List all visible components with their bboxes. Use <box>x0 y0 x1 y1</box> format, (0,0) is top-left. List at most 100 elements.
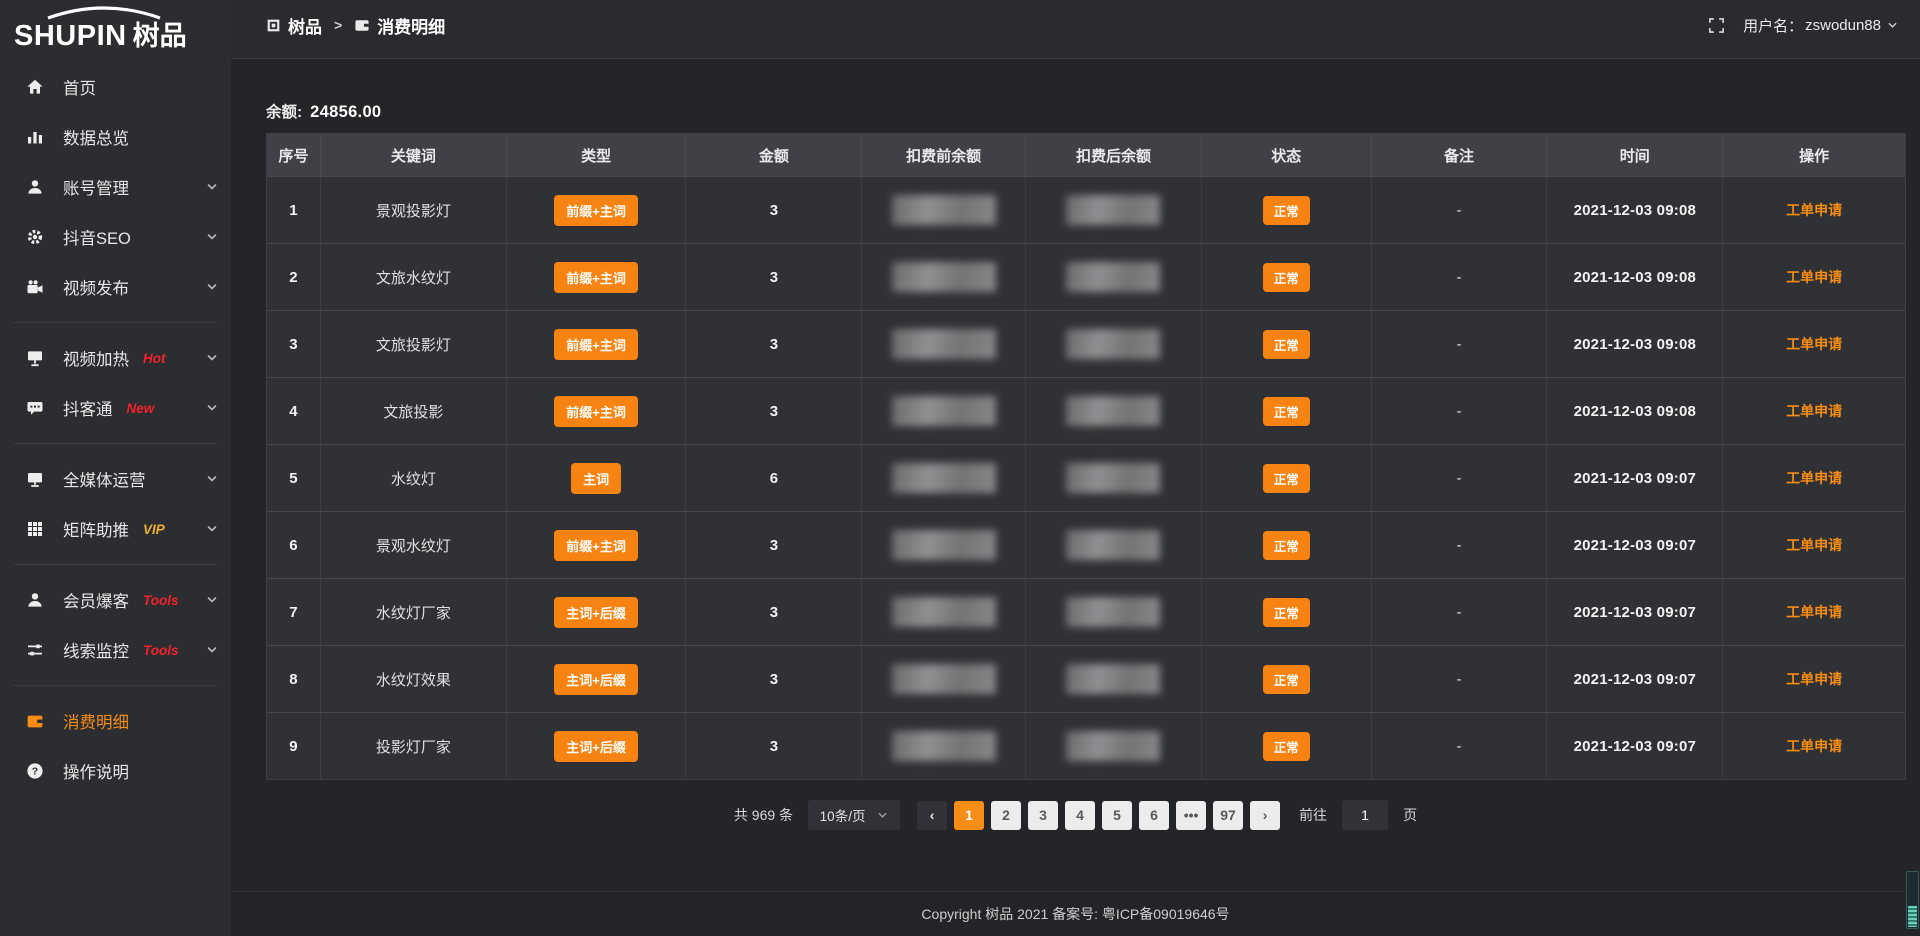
cell-time: 2021-12-03 09:08 <box>1547 244 1723 310</box>
work-order-link[interactable]: 工单申请 <box>1786 535 1842 555</box>
sidebar-item-label: 账号管理 <box>63 175 129 199</box>
goto-page-input[interactable] <box>1342 800 1388 830</box>
logo-text-en: SHUPIN <box>14 20 127 52</box>
table-row: 9 投影灯厂家 主词+后缀 3 正常 - 2021-12-03 09:07 工单… <box>267 712 1905 779</box>
page-button[interactable]: ••• <box>1176 801 1206 830</box>
tools-tag: Tools <box>143 643 179 658</box>
status-badge: 正常 <box>1263 196 1310 225</box>
sidebar-item-omnimedia[interactable]: 全媒体运营 <box>0 454 231 504</box>
cell-time: 2021-12-03 09:07 <box>1547 579 1723 645</box>
cell-remark: - <box>1372 713 1548 779</box>
sidebar-item-consumption-detail[interactable]: 消费明细 <box>0 696 231 746</box>
sidebar-item-douketong[interactable]: 抖客通 New <box>0 383 231 433</box>
type-badge: 主词 <box>571 463 621 494</box>
cell-amount: 3 <box>686 646 862 712</box>
scrollbar-track[interactable] <box>1906 871 1919 929</box>
cell-action: 工单申请 <box>1723 378 1905 444</box>
redacted-value <box>892 530 996 560</box>
page-button[interactable]: 2 <box>991 801 1021 830</box>
scrollbar-thumb[interactable] <box>1908 906 1917 927</box>
sidebar-item-video-heat[interactable]: 视频加热 Hot <box>0 333 231 383</box>
cell-remark: - <box>1372 579 1548 645</box>
page-button[interactable]: 3 <box>1028 801 1058 830</box>
sidebar-item-label: 数据总览 <box>63 125 129 149</box>
type-badge: 主词+后缀 <box>554 731 638 762</box>
cell-amount: 3 <box>686 244 862 310</box>
cell-status: 正常 <box>1202 713 1372 779</box>
cell-balance-after <box>1026 579 1202 645</box>
grid-icon <box>26 520 48 538</box>
sidebar: SHUPIN树品 首页 数据总览 账号管理 抖音SEO 视频发布 视频加热 Ho… <box>0 0 231 936</box>
top-bar: 树品 > 消费明细 用户名：zswodun88 <box>231 0 1920 59</box>
page-button[interactable]: 1 <box>954 801 984 830</box>
work-order-link[interactable]: 工单申请 <box>1786 401 1842 421</box>
work-order-link[interactable]: 工单申请 <box>1786 267 1842 287</box>
sidebar-item-label: 抖音SEO <box>63 225 131 249</box>
cell-remark: - <box>1372 646 1548 712</box>
cell-balance-before <box>862 713 1026 779</box>
cell-balance-after <box>1026 646 1202 712</box>
type-badge: 主词+后缀 <box>554 664 638 695</box>
redacted-value <box>892 329 996 359</box>
cell-balance-after <box>1026 512 1202 578</box>
caret-down-icon <box>1887 20 1898 31</box>
work-order-link[interactable]: 工单申请 <box>1786 669 1842 689</box>
breadcrumb-item-current[interactable]: 消费明细 <box>354 13 445 38</box>
sidebar-item-video-publish[interactable]: 视频发布 <box>0 262 231 312</box>
chat-bubble-icon <box>26 399 48 417</box>
work-order-link[interactable]: 工单申请 <box>1786 736 1842 756</box>
prev-page-button[interactable]: ‹ <box>917 801 947 830</box>
sidebar-item-home[interactable]: 首页 <box>0 62 231 112</box>
work-order-link[interactable]: 工单申请 <box>1786 334 1842 354</box>
sidebar-item-lead-monitor[interactable]: 线索监控 Tools <box>0 625 231 675</box>
chevron-down-icon <box>206 231 218 243</box>
cell-keyword: 文旅投影 <box>321 378 507 444</box>
cell-keyword: 文旅投影灯 <box>321 311 507 377</box>
type-badge: 前缀+主词 <box>554 530 638 561</box>
sidebar-item-matrix-boost[interactable]: 矩阵助推 VIP <box>0 504 231 554</box>
cell-seq: 8 <box>267 646 321 712</box>
redacted-value <box>892 597 996 627</box>
page-button[interactable]: 4 <box>1065 801 1095 830</box>
column-header-remark: 备注 <box>1372 134 1548 176</box>
status-badge: 正常 <box>1263 732 1310 761</box>
cell-type: 主词 <box>507 445 687 511</box>
column-header-keyword: 关键词 <box>321 134 507 176</box>
page-size-select[interactable]: 10条/页 <box>808 800 900 830</box>
sidebar-item-member-burst[interactable]: 会员爆客 Tools <box>0 575 231 625</box>
sidebar-item-douyin-seo[interactable]: 抖音SEO <box>0 212 231 262</box>
type-badge: 前缀+主词 <box>554 329 638 360</box>
redacted-value <box>892 731 996 761</box>
work-order-link[interactable]: 工单申请 <box>1786 468 1842 488</box>
page-button[interactable]: 6 <box>1139 801 1169 830</box>
sidebar-item-instructions[interactable]: ? 操作说明 <box>0 746 231 796</box>
cell-type: 前缀+主词 <box>507 311 687 377</box>
breadcrumb-separator: > <box>334 17 342 33</box>
sidebar-item-data-overview[interactable]: 数据总览 <box>0 112 231 162</box>
username-dropdown[interactable]: 用户名：zswodun88 <box>1743 15 1898 36</box>
sidebar-item-label: 视频发布 <box>63 275 129 299</box>
column-header-balance-after: 扣费后余额 <box>1026 134 1202 176</box>
chevron-down-icon <box>206 594 218 606</box>
chevron-down-icon <box>206 402 218 414</box>
page-button[interactable]: 5 <box>1102 801 1132 830</box>
fullscreen-icon[interactable] <box>1708 17 1725 34</box>
work-order-link[interactable]: 工单申请 <box>1786 602 1842 622</box>
status-badge: 正常 <box>1263 665 1310 694</box>
cell-type: 主词+后缀 <box>507 646 687 712</box>
sidebar-item-label: 矩阵助推 <box>63 517 129 541</box>
chevron-down-icon <box>206 473 218 485</box>
status-badge: 正常 <box>1263 531 1310 560</box>
sidebar-item-label: 视频加热 <box>63 346 129 370</box>
next-page-button[interactable]: › <box>1250 801 1280 830</box>
breadcrumb-item-root[interactable]: 树品 <box>266 13 322 38</box>
chevron-down-icon <box>206 181 218 193</box>
cell-time: 2021-12-03 09:07 <box>1547 713 1723 779</box>
vip-tag: VIP <box>143 522 165 537</box>
work-order-link[interactable]: 工单申请 <box>1786 200 1842 220</box>
sidebar-item-account-management[interactable]: 账号管理 <box>0 162 231 212</box>
table-body: 1 景观投影灯 前缀+主词 3 正常 - 2021-12-03 09:08 工单… <box>267 176 1905 779</box>
total-count: 共 969 条 <box>734 805 793 825</box>
page-button[interactable]: 97 <box>1213 801 1243 830</box>
chevron-down-icon <box>206 281 218 293</box>
